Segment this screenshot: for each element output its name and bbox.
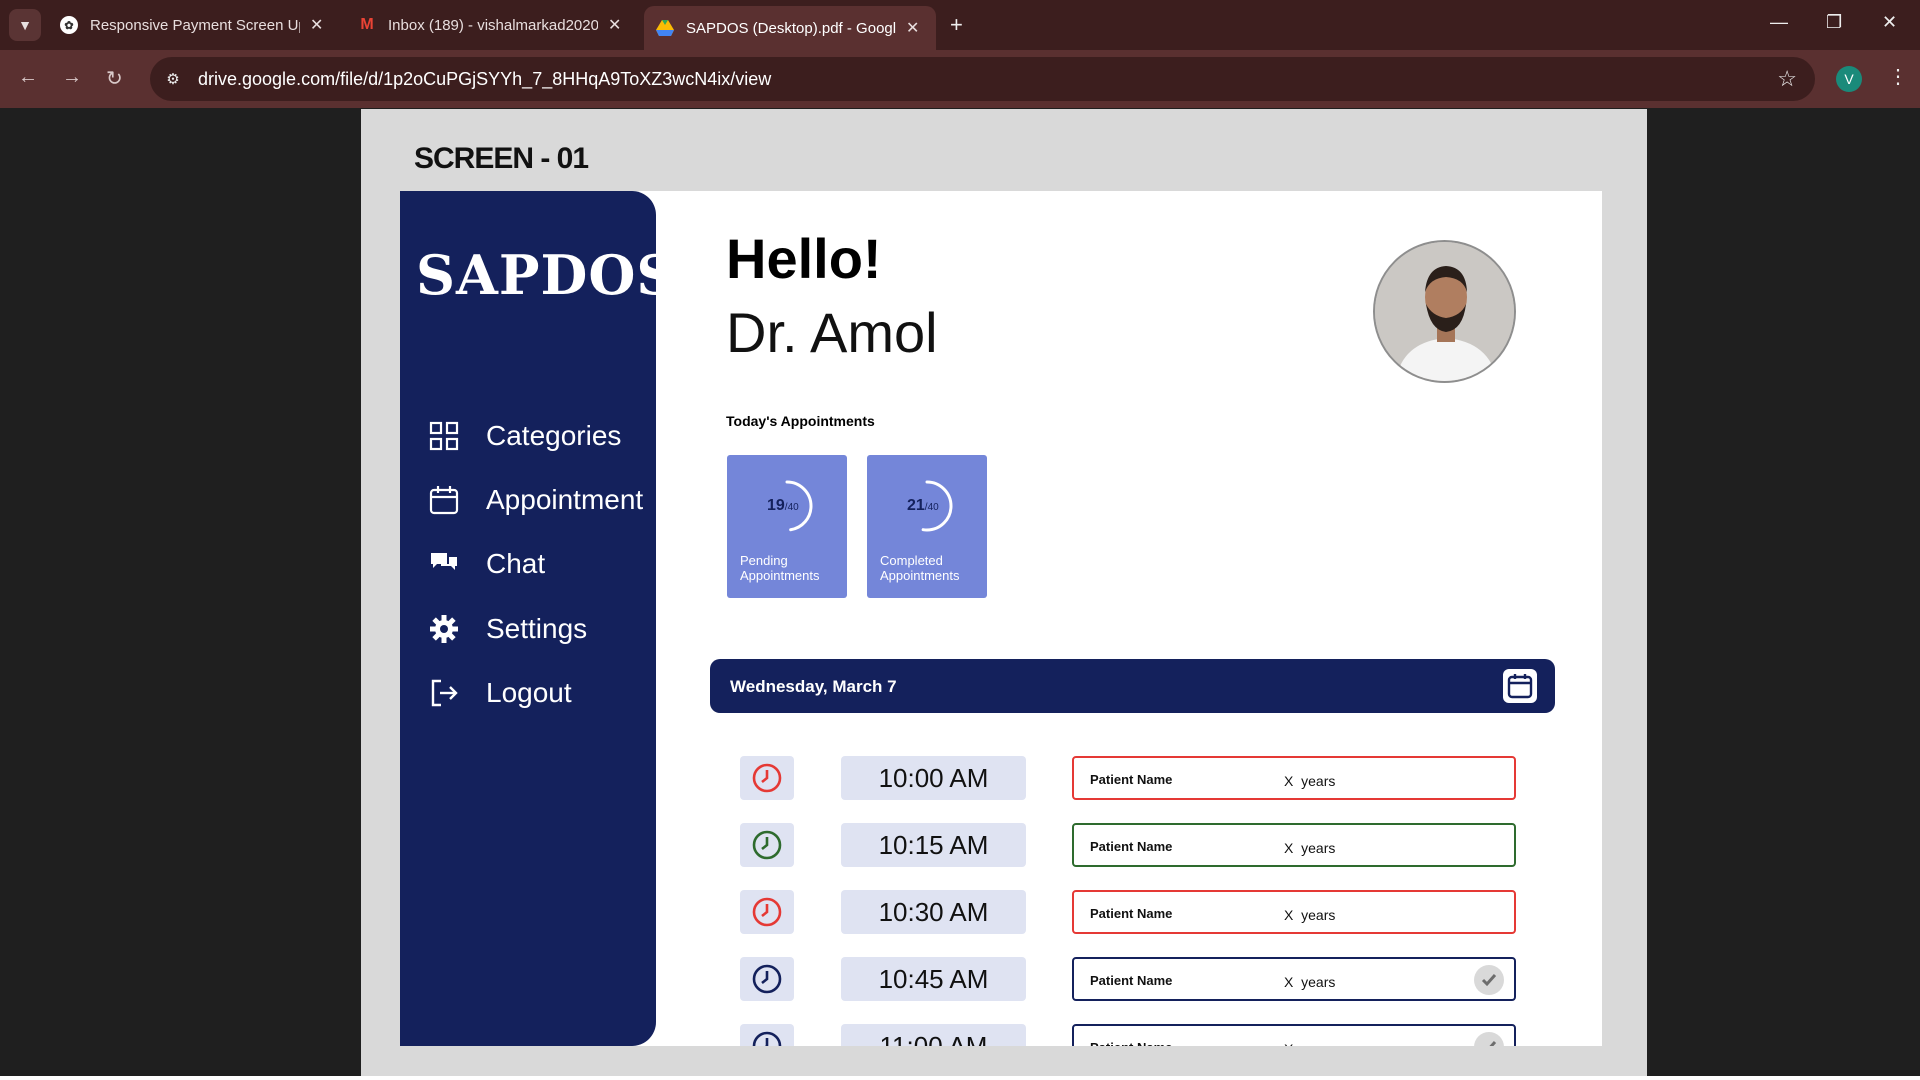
patient-name: Patient Name xyxy=(1090,839,1173,854)
profile-avatar[interactable]: V xyxy=(1836,66,1862,92)
appointment-time: 10:30 AM xyxy=(841,890,1026,934)
url-text[interactable]: drive.google.com/file/d/1p2oCuPGjSYYh_7_… xyxy=(198,69,771,90)
check-icon[interactable] xyxy=(1474,965,1504,995)
tab-strip: ▼ ✿ Responsive Payment Screen Up ✕ M Inb… xyxy=(0,0,1920,50)
appointment-time: 10:45 AM xyxy=(841,957,1026,1001)
menu-kebab-icon[interactable]: ⋮ xyxy=(1888,64,1908,89)
patient-card[interactable]: Patient Name X years xyxy=(1072,756,1516,800)
tab-search-button[interactable]: ▼ xyxy=(9,9,41,41)
patient-name: Patient Name xyxy=(1090,906,1173,921)
tab-title: Responsive Payment Screen Up xyxy=(90,16,300,34)
patient-card[interactable]: Patient Name X years xyxy=(1072,957,1516,1001)
gear-icon xyxy=(428,613,460,645)
reload-icon[interactable]: ↻ xyxy=(106,66,123,91)
stat-label: Completed Appointments xyxy=(880,553,960,583)
restore-icon[interactable]: ❐ xyxy=(1826,12,1842,33)
tab-inbox[interactable]: M Inbox (189) - vishalmarkad2020 ✕ xyxy=(346,6,633,44)
tab-payment[interactable]: ✿ Responsive Payment Screen Up ✕ xyxy=(48,6,335,44)
openai-icon: ✿ xyxy=(60,16,78,34)
sidebar-item-logout[interactable]: Logout xyxy=(428,677,572,709)
greeting: Hello! xyxy=(726,227,882,290)
current-date: Wednesday, March 7 xyxy=(730,677,897,696)
patient-age: X years xyxy=(1284,974,1336,990)
close-icon[interactable]: ✕ xyxy=(310,15,323,35)
grid-icon xyxy=(428,420,460,452)
clock-icon xyxy=(752,964,782,994)
appointment-time: 10:15 AM xyxy=(841,823,1026,867)
browser-toolbar: ← → ↻ ⚙ drive.google.com/file/d/1p2oCuPG… xyxy=(0,50,1920,108)
tab-sapdos[interactable]: SAPDOS (Desktop).pdf - Google ✕ xyxy=(644,6,936,50)
sidebar-item-label: Categories xyxy=(486,420,622,451)
tab-title: SAPDOS (Desktop).pdf - Google xyxy=(686,19,896,37)
appointment-status-clock xyxy=(740,823,794,867)
patient-card[interactable]: Patient Name X years xyxy=(1072,890,1516,934)
appointment-status-clock xyxy=(740,756,794,800)
sidebar-item-label: Appointment xyxy=(486,484,644,515)
logout-icon xyxy=(428,677,460,709)
clock-icon xyxy=(752,830,782,860)
address-bar[interactable]: ⚙ drive.google.com/file/d/1p2oCuPGjSYYh_… xyxy=(150,57,1815,101)
todays-appointments-heading: Today's Appointments xyxy=(726,413,875,429)
doctor-name: Dr. Amol xyxy=(726,301,938,364)
appointment-time: 10:00 AM xyxy=(841,756,1026,800)
patient-age: X years xyxy=(1284,907,1336,923)
sidebar-item-label: Settings xyxy=(486,613,588,644)
clock-icon xyxy=(752,897,782,927)
chevron-down-icon: ▼ xyxy=(18,17,32,33)
patient-name: Patient Name xyxy=(1090,772,1173,787)
pending-appointments-card[interactable]: 19/40 Pending Appointments xyxy=(727,455,847,598)
calendar-icon xyxy=(428,484,460,516)
back-icon[interactable]: ← xyxy=(18,66,38,89)
close-icon[interactable]: ✕ xyxy=(608,15,621,35)
patient-card[interactable]: Patient Name X years xyxy=(1072,823,1516,867)
bookmark-star-icon[interactable]: ☆ xyxy=(1777,66,1797,92)
completed-appointments-card[interactable]: 21/40 Completed Appointments xyxy=(867,455,987,598)
stat-label: Pending Appointments xyxy=(740,553,820,583)
sidebar-item-appointment[interactable]: Appointment xyxy=(428,484,643,516)
doctor-avatar[interactable] xyxy=(1373,240,1516,383)
patient-age: X years xyxy=(1284,773,1336,789)
chat-icon xyxy=(428,548,460,580)
appointment-status-clock xyxy=(740,957,794,1001)
clock-icon xyxy=(752,763,782,793)
sidebar-item-settings[interactable]: Settings xyxy=(428,613,587,645)
patient-age: X years xyxy=(1284,840,1336,856)
gmail-icon: M xyxy=(360,16,374,33)
page-bottom-margin xyxy=(700,1046,1600,1076)
calendar-icon[interactable] xyxy=(1503,669,1537,703)
sidebar-item-chat[interactable]: Chat xyxy=(428,548,545,580)
minimize-icon[interactable]: — xyxy=(1770,12,1788,33)
close-icon[interactable]: ✕ xyxy=(906,18,919,38)
sidebar-item-label: Chat xyxy=(486,548,546,579)
new-tab-button[interactable]: + xyxy=(950,12,963,38)
drive-icon xyxy=(656,19,674,37)
site-settings-icon[interactable]: ⚙ xyxy=(160,66,186,92)
brand-logo: SAPDOS xyxy=(416,243,677,307)
date-bar: Wednesday, March 7 xyxy=(710,659,1555,713)
stat-count: 19/40 xyxy=(767,497,799,514)
tab-title: Inbox (189) - vishalmarkad2020 xyxy=(388,16,598,34)
window-close-icon[interactable]: ✕ xyxy=(1882,12,1897,33)
patient-name: Patient Name xyxy=(1090,973,1173,988)
sidebar-item-label: Logout xyxy=(486,677,572,708)
appointment-status-clock xyxy=(740,890,794,934)
bottom-edge xyxy=(0,1076,1920,1080)
screen-label: SCREEN - 01 xyxy=(414,142,589,175)
stat-count: 21/40 xyxy=(907,497,939,514)
forward-icon[interactable]: → xyxy=(62,66,82,89)
sidebar-item-categories[interactable]: Categories xyxy=(428,420,621,452)
